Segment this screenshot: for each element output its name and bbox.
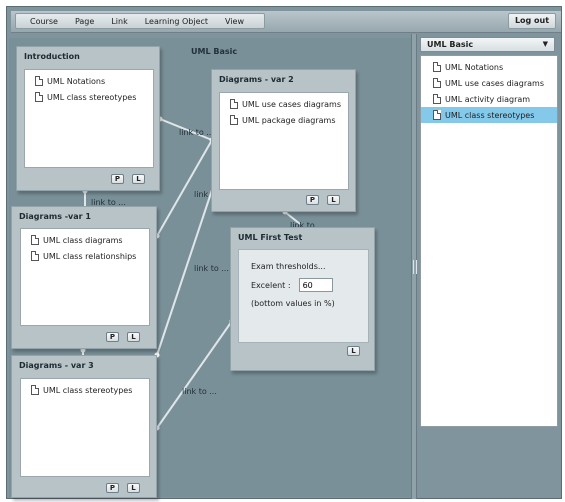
link-label[interactable]: link to ... xyxy=(179,128,214,137)
list-item[interactable]: UML activity diagram xyxy=(421,91,557,107)
l-button[interactable]: L xyxy=(127,332,140,342)
item-label: UML use cases diagrams xyxy=(242,99,341,109)
item-label: UML class stereotypes xyxy=(47,92,137,102)
list-item[interactable]: UML package diagrams xyxy=(230,112,348,128)
threshold-note: (bottom values in %) xyxy=(251,299,335,308)
document-icon xyxy=(230,99,238,109)
link-line xyxy=(156,320,233,429)
link-label[interactable]: link to ... xyxy=(182,387,217,396)
panel-splitter[interactable] xyxy=(411,34,417,499)
p-button[interactable]: P xyxy=(306,195,319,205)
item-label: UML use cases diagrams xyxy=(445,78,544,88)
node-content-list: UML Notations UML class stereotypes xyxy=(24,69,154,168)
node-content-list: UML use cases diagrams UML package diagr… xyxy=(219,92,349,190)
excellent-label: Excelent : xyxy=(251,280,291,290)
list-item[interactable]: UML use cases diagrams xyxy=(230,96,348,112)
page-node-introduction[interactable]: Introduction UML Notations UML class ste… xyxy=(16,46,160,191)
list-item[interactable]: UML class relationships xyxy=(31,248,149,264)
page-node-diagrams-var-2[interactable]: Diagrams - var 2 UML use cases diagrams … xyxy=(211,69,356,212)
item-label: UML class stereotypes xyxy=(43,385,133,395)
list-item[interactable]: UML class stereotypes xyxy=(31,382,149,398)
p-button[interactable]: P xyxy=(111,174,124,184)
link-line xyxy=(156,139,213,237)
l-button[interactable]: L xyxy=(347,346,360,356)
node-title: Diagrams -var 1 xyxy=(19,212,91,221)
excellent-threshold-input[interactable] xyxy=(298,278,333,292)
document-icon xyxy=(31,385,39,395)
p-button[interactable]: P xyxy=(106,332,119,342)
node-title: UML First Test xyxy=(238,233,303,242)
excellent-row: Excelent : xyxy=(251,278,368,292)
document-icon xyxy=(35,76,43,86)
list-item-selected[interactable]: UML class stereotypes xyxy=(421,107,557,123)
l-button[interactable]: L xyxy=(127,483,140,493)
page-node-diagrams-var-1[interactable]: Diagrams -var 1 UML class diagrams UML c… xyxy=(11,206,157,349)
item-label: UML package diagrams xyxy=(242,115,336,125)
document-icon xyxy=(433,62,441,72)
l-button[interactable]: L xyxy=(327,195,340,205)
document-icon xyxy=(433,78,441,88)
node-title: Introduction xyxy=(24,52,80,61)
document-icon xyxy=(31,251,39,261)
node-content-list: UML class diagrams UML class relationshi… xyxy=(20,228,150,326)
learning-object-list: UML Notations UML use cases diagrams UML… xyxy=(420,55,558,427)
document-icon xyxy=(433,110,441,120)
node-title: Diagrams - var 3 xyxy=(19,361,94,370)
chevron-down-icon: ▼ xyxy=(542,40,548,48)
course-select[interactable]: UML Basic ▼ xyxy=(420,37,555,52)
course-select-value: UML Basic xyxy=(427,40,474,49)
item-label: UML class stereotypes xyxy=(445,110,535,120)
list-item[interactable]: UML use cases diagrams xyxy=(421,75,557,91)
document-icon xyxy=(230,115,238,125)
splitter-grip-icon xyxy=(413,260,417,274)
item-label: UML activity diagram xyxy=(445,94,531,104)
list-item[interactable]: UML class diagrams xyxy=(31,232,149,248)
item-label: UML Notations xyxy=(445,62,504,72)
item-label: UML Notations xyxy=(47,76,106,86)
node-content-list: UML class stereotypes xyxy=(20,378,150,477)
item-label: UML class relationships xyxy=(43,251,137,261)
test-node-uml-first-test[interactable]: UML First Test Exam thresholds... Excele… xyxy=(230,227,375,371)
node-title: Diagrams - var 2 xyxy=(219,75,294,84)
list-item[interactable]: UML Notations xyxy=(421,59,557,75)
p-button[interactable]: P xyxy=(106,483,119,493)
list-item[interactable]: UML class stereotypes xyxy=(35,89,153,105)
test-settings: Exam thresholds... Excelent : (bottom va… xyxy=(238,249,369,343)
document-icon xyxy=(433,94,441,104)
page-node-diagrams-var-3[interactable]: Diagrams - var 3 UML class stereotypes P… xyxy=(11,355,157,498)
list-item[interactable]: UML Notations xyxy=(35,73,153,89)
thresholds-label: Exam thresholds... xyxy=(251,262,326,271)
document-icon xyxy=(31,235,39,245)
link-label[interactable]: link to ... xyxy=(194,264,229,273)
document-icon xyxy=(35,92,43,102)
l-button[interactable]: L xyxy=(132,174,145,184)
item-label: UML class diagrams xyxy=(43,235,123,245)
